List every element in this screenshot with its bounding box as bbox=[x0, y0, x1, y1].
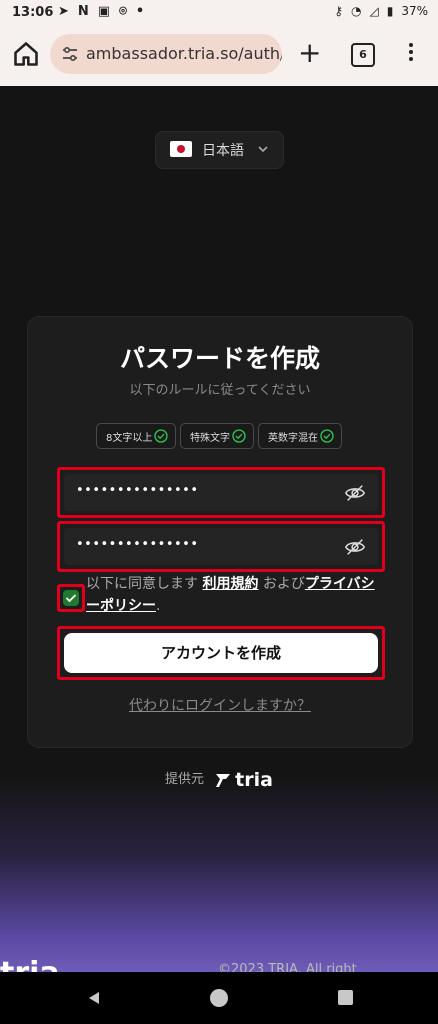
rule-label: 8文字以上 bbox=[106, 433, 153, 444]
footer-logo: tria bbox=[0, 956, 60, 972]
wifi-icon: ◔ bbox=[351, 4, 362, 18]
location-icon: ⌾ bbox=[119, 4, 127, 19]
eye-off-icon[interactable] bbox=[344, 482, 366, 504]
agree-and: および bbox=[262, 576, 305, 592]
tria-logo-icon bbox=[216, 773, 231, 787]
japan-flag-icon bbox=[170, 141, 192, 157]
tria-brand-text: tria bbox=[235, 768, 273, 791]
android-nav-bar bbox=[0, 972, 438, 1024]
check-circle-icon bbox=[232, 429, 246, 443]
eye-off-icon[interactable] bbox=[344, 536, 366, 558]
password-value[interactable]: ••••••••••••••• bbox=[76, 483, 199, 498]
checkmark-icon bbox=[65, 594, 77, 603]
rule-chip-mixed: 英数字混在 bbox=[258, 423, 342, 449]
submit-button-highlight: アカウントを作成 bbox=[57, 626, 385, 680]
address-bar[interactable]: ambassador.tria.so/auth/c bbox=[50, 34, 282, 74]
powered-by: 提供元 tria bbox=[0, 768, 438, 791]
browser-toolbar: ambassador.tria.so/auth/c + 6 bbox=[0, 26, 438, 86]
agree-suffix: . bbox=[156, 598, 161, 614]
agree-checkbox[interactable] bbox=[63, 590, 79, 606]
home-icon[interactable] bbox=[12, 40, 40, 68]
login-link[interactable]: 代わりにログインしますか？ bbox=[28, 695, 412, 715]
confirm-password-field[interactable]: ••••••••••••••• bbox=[64, 528, 378, 565]
tria-logo: tria bbox=[214, 769, 273, 791]
agree-checkbox-highlight bbox=[57, 584, 85, 612]
rule-label: 英数字混在 bbox=[268, 433, 318, 444]
status-time: 13:06 bbox=[12, 5, 54, 20]
check-circle-icon bbox=[320, 429, 334, 443]
n-app-icon: N bbox=[77, 4, 89, 19]
notification-icons: ➤ N ▣ ⌾ • bbox=[58, 4, 144, 19]
dot-icon: • bbox=[135, 4, 145, 19]
page-title: パスワードを作成 bbox=[119, 344, 320, 373]
system-icons: ⚷ ◔ ◿ ▮ 37% bbox=[334, 4, 428, 18]
agree-prefix: 以下に同意します bbox=[86, 576, 198, 592]
powered-by-label: 提供元 bbox=[165, 772, 205, 787]
vpn-key-icon: ⚷ bbox=[334, 4, 343, 18]
tab-switcher-button[interactable]: 6 bbox=[351, 43, 375, 67]
create-account-button[interactable]: アカウントを作成 bbox=[64, 633, 378, 673]
chevron-down-icon bbox=[258, 146, 268, 153]
home-button-icon[interactable] bbox=[210, 989, 228, 1007]
battery-percent: 37% bbox=[401, 4, 428, 18]
rule-chip-special: 特殊文字 bbox=[180, 423, 254, 449]
battery-icon: ▮ bbox=[386, 4, 394, 18]
language-label: 日本語 bbox=[202, 143, 244, 159]
terms-link[interactable]: 利用規約 bbox=[202, 576, 258, 592]
back-icon[interactable] bbox=[86, 990, 102, 1006]
page-subtitle: 以下のルールに従ってください bbox=[129, 383, 311, 398]
sim-icon: ▣ bbox=[97, 4, 111, 19]
signal-icon: ◿ bbox=[369, 4, 379, 18]
more-menu-icon[interactable] bbox=[408, 40, 414, 64]
password-field[interactable]: ••••••••••••••• bbox=[64, 474, 378, 511]
rule-label: 特殊文字 bbox=[190, 433, 230, 444]
footer-copyright: ©2023 TRIA. All right bbox=[218, 962, 357, 972]
agree-text: 以下に同意します 利用規約 およびプライバシーポリシー. bbox=[86, 573, 386, 617]
rule-chip-length: 8文字以上 bbox=[96, 423, 176, 449]
confirm-password-value[interactable]: ••••••••••••••• bbox=[76, 537, 199, 552]
confirm-password-field-highlight: ••••••••••••••• bbox=[57, 521, 385, 572]
url-text[interactable]: ambassador.tria.so/auth/c bbox=[86, 44, 282, 63]
recents-icon[interactable] bbox=[338, 990, 353, 1005]
status-bar: 13:06 ➤ N ▣ ⌾ • ⚷ ◔ ◿ ▮ 37% bbox=[0, 0, 438, 26]
site-settings-icon[interactable] bbox=[60, 44, 80, 64]
telegram-icon: ➤ bbox=[58, 4, 69, 19]
check-circle-icon bbox=[154, 429, 168, 443]
signup-card: パスワードを作成 以下のルールに従ってください 8文字以上 特殊文字 英数字混在… bbox=[27, 316, 413, 748]
language-selector[interactable]: 日本語 bbox=[155, 131, 284, 169]
password-field-highlight: ••••••••••••••• bbox=[57, 467, 385, 518]
new-tab-icon[interactable]: + bbox=[298, 38, 321, 68]
page-content: 日本語 パスワードを作成 以下のルールに従ってください 8文字以上 特殊文字 英… bbox=[0, 86, 438, 972]
